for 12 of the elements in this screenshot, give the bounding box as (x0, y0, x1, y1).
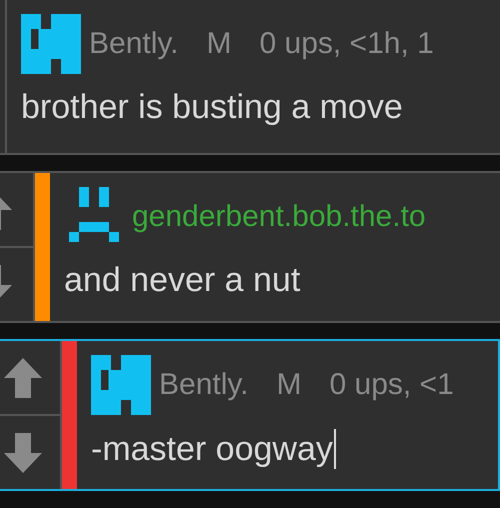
comment-meta: 0 ups, <1 (330, 368, 454, 402)
comment-meta: 0 ups, <1h, 1 (260, 27, 434, 61)
username[interactable]: Bently. (159, 368, 248, 402)
username[interactable]: Bently. (89, 27, 178, 61)
role-label: M (276, 368, 302, 402)
avatar-icon (21, 14, 81, 74)
username[interactable]: genderbent.bob.the.to (132, 200, 426, 234)
avatar-icon (91, 355, 151, 415)
comment-text: and never a nut (64, 261, 302, 300)
role-label: M (206, 27, 232, 61)
comment-input[interactable]: -master oogway (91, 429, 454, 469)
comment-text: brother is busting a move (21, 88, 404, 127)
